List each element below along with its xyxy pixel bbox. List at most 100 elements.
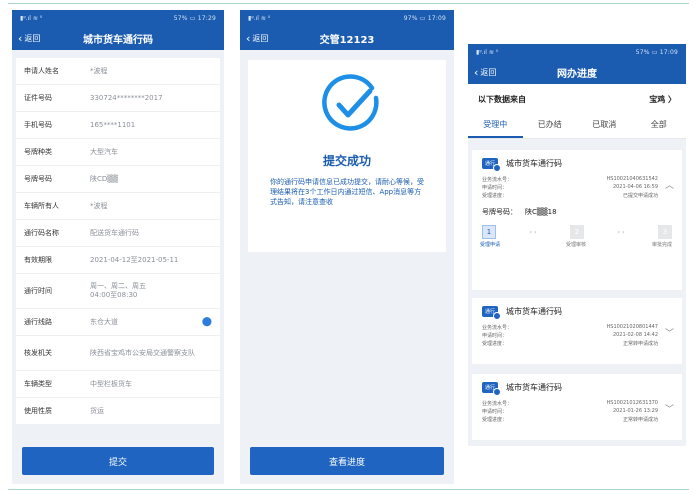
status-bar: ▮ᵍ.ıl ≋ ⁰ 57% ▭ 17:09 [468, 44, 686, 60]
chevron-down-icon[interactable]: ﹀ [665, 326, 674, 339]
data-source-city: 宝鸡 〉 [649, 94, 676, 104]
step-3: 3 [658, 225, 672, 239]
field-value: *波程 [90, 201, 108, 210]
form-row-plate-type: 号牌种类 大型汽车 [16, 139, 220, 166]
back-button[interactable]: ‹ 返回 [18, 26, 40, 50]
plate-row: 号牌号码： 陕C▒▒18 [472, 199, 682, 217]
meta-key: 申请时间： [482, 184, 508, 191]
top-divider-line [8, 3, 689, 4]
progress-card[interactable]: 通行 城市货车通行码 ︿ 业务流水号： HS10021040631542 申请时间… [472, 150, 682, 290]
submit-button[interactable]: 提交 [22, 447, 214, 475]
meta-value: 2021-04-06 16:59 [612, 184, 658, 190]
form-row-route[interactable]: 通行线路 东仓大道 ⬤ [16, 309, 220, 336]
success-check-icon [322, 74, 379, 131]
chevron-down-icon[interactable]: ﹀ [665, 402, 674, 415]
form-row-vehicle-type: 车辆类型 中型栏板货车 [16, 371, 220, 398]
tab-all[interactable]: 全部 [632, 114, 687, 138]
location-pin-icon[interactable]: ⬤ [202, 317, 212, 327]
meta-key: 业务流水号： [482, 176, 513, 183]
result-card: 提交成功 你的通行码申请信息已成功提交，请耐心等候，受理结果将在3个工作日内通过… [248, 60, 446, 252]
nav-bar: ‹ 返回 交管12123 [240, 26, 454, 50]
meta-value: HS10021012631370 [606, 400, 658, 406]
card-title: 城市货车通行码 [506, 383, 562, 392]
field-label: 通行时间 [24, 287, 52, 295]
back-label: 返回 [480, 67, 497, 77]
nav-bar: ‹ 返回 网办进度 [468, 60, 686, 84]
result-title: 提交成功 [322, 154, 371, 168]
pass-code-icon: 通行 [482, 158, 501, 172]
apply-form: 申请人姓名 *波程 证件号码 330724********2017 手机号码 165*… [16, 58, 220, 424]
card-meta: 业务流水号： HS10021020801447 申请时间： 2021-02-08 1… [472, 317, 682, 347]
field-label: 使用性质 [24, 407, 52, 415]
field-label: 证件号码 [24, 94, 52, 102]
tab-completed[interactable]: 已办结 [523, 114, 578, 138]
form-row-owner: 车辆所有人 *波程 [16, 193, 220, 220]
meta-value: 2021-01-26 13:29 [612, 408, 658, 414]
field-value: 配送货车通行码 [90, 228, 139, 237]
pass-code-icon: 通行 [482, 382, 501, 396]
meta-value: 正常转申请成功 [622, 340, 658, 347]
field-value: 东仓大道 [90, 317, 118, 326]
chevron-left-icon: ‹ [246, 31, 251, 45]
card-header: 通行 城市货车通行码 [472, 150, 682, 172]
back-button[interactable]: ‹ 返回 [474, 60, 496, 84]
status-bar: ▮ᵍ.ıl ≋ ⁰ 97% ▭ 17:09 [240, 10, 454, 26]
back-label: 返回 [24, 33, 41, 43]
field-label: 通行线路 [24, 318, 52, 326]
form-row-applicant: 申请人姓名 *波程 [16, 58, 220, 85]
view-progress-button[interactable]: 查看进度 [250, 447, 444, 475]
card-header: 通行 城市货车通行码 [472, 298, 682, 320]
back-button[interactable]: ‹ 返回 [246, 26, 268, 50]
chevron-up-icon[interactable]: ︿ [665, 178, 674, 191]
meta-key: 业务流水号： [482, 324, 513, 331]
progress-screen: ▮ᵍ.ıl ≋ ⁰ 57% ▭ 17:09 ‹ 返回 网办进度 以下数据来自 宝… [468, 44, 686, 446]
meta-value: HS10021040631542 [606, 176, 658, 182]
data-source-bar[interactable]: 以下数据来自 宝鸡 〉 [468, 84, 686, 114]
field-value: 周一、周二、周五 04:00至08:30 [90, 282, 146, 299]
progress-card[interactable]: 通行 城市货车通行码 ﹀ 业务流水号： HS10021012631370 申请时间… [472, 374, 682, 440]
field-label: 通行码名称 [24, 229, 59, 237]
card-meta: 业务流水号： HS10021012631370 申请时间： 2021-01-26 1… [472, 393, 682, 423]
field-value: 陕CD▒▒ [90, 174, 119, 183]
field-value: 165****1101 [90, 120, 136, 129]
card-title: 城市货车通行码 [506, 307, 562, 316]
status-signal: ▮ᵍ.ıl ≋ ⁰ [476, 48, 499, 56]
status-bar: ▮ᵍ.ıl ≋ ⁰ 57% ▭ 17:29 [12, 10, 224, 26]
meta-key: 受理进度： [482, 192, 508, 199]
meta-value: 正常转申请成功 [622, 416, 658, 423]
plate-label: 号牌号码： [482, 208, 517, 216]
meta-key: 受理进度： [482, 416, 508, 423]
field-value: 330724********2017 [90, 93, 163, 102]
status-battery-time: 57% ▭ 17:09 [635, 48, 678, 56]
apply-screen: ▮ᵍ.ıl ≋ ⁰ 57% ▭ 17:29 ‹ 返回 城市货车通行码 申请人姓名… [12, 10, 224, 484]
status-tabs: 受理中 已办结 已取消 全部 [468, 114, 686, 139]
page-title: 城市货车通行码 [83, 34, 153, 46]
field-value: 2021-04-12至2021-05-11 [90, 255, 179, 264]
form-row-pass-time: 通行时间 周一、周二、周五 04:00至08:30 [16, 274, 220, 309]
card-header: 通行 城市货车通行码 [472, 374, 682, 396]
field-label: 号牌号码 [24, 175, 52, 183]
status-battery-time: 57% ▭ 17:29 [173, 14, 216, 22]
bottom-divider-line [8, 489, 689, 490]
meta-value: 已提交申请成功 [622, 192, 658, 199]
status-signal: ▮ᵍ.ıl ≋ ⁰ [20, 14, 43, 22]
page-title: 网办进度 [557, 68, 597, 80]
form-row-issuer: 核发机关 陕西省宝鸡市公安局交通警察支队 [16, 336, 220, 371]
card-meta: 业务流水号： HS10021040631542 申请时间： 2021-04-06 1… [472, 169, 682, 199]
step-label: 审批完成 [651, 242, 672, 248]
card-title: 城市货车通行码 [506, 159, 562, 168]
step-labels: 受理申请 受理审核 审批完成 [472, 239, 682, 248]
field-value: 大型汽车 [90, 147, 118, 156]
step-label: 受理审核 [565, 242, 586, 248]
field-label: 车辆所有人 [24, 202, 59, 210]
meta-key: 申请时间： [482, 408, 508, 415]
meta-key: 受理进度： [482, 340, 508, 347]
tab-in-process[interactable]: 受理中 [468, 114, 523, 138]
form-row-pass-name: 通行码名称 配送货车通行码 [16, 220, 220, 247]
progress-card[interactable]: 通行 城市货车通行码 ﹀ 业务流水号： HS10021020801447 申请时间… [472, 298, 682, 364]
nav-bar: ‹ 返回 城市货车通行码 [12, 26, 224, 50]
back-label: 返回 [252, 33, 269, 43]
meta-value: 2021-02-08 14:42 [612, 332, 658, 338]
field-label: 手机号码 [24, 121, 52, 129]
tab-cancelled[interactable]: 已取消 [577, 114, 632, 138]
